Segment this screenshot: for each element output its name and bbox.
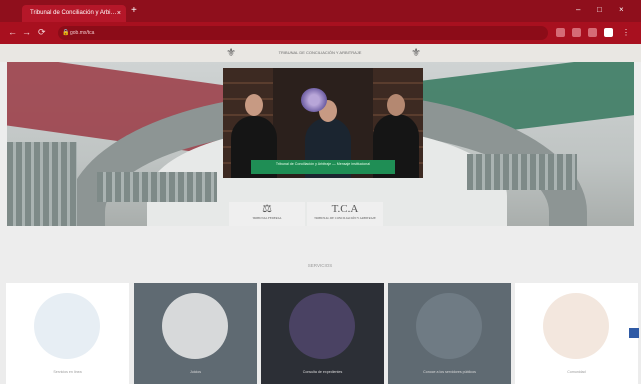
- building-windows-left: [7, 142, 77, 226]
- card-community[interactable]: Comunidad: [515, 283, 638, 384]
- community-circle-icon: [543, 293, 609, 359]
- scroll-top-button[interactable]: [629, 328, 639, 338]
- card-label: Juicios: [190, 370, 201, 374]
- card-label: Conoce a los servidores públicos: [423, 370, 476, 374]
- building-windows-center: [97, 172, 217, 202]
- bookmark-icon[interactable]: [572, 28, 581, 37]
- computer-user-icon: [34, 293, 100, 359]
- card-case-files[interactable]: Consulta de expedientes: [261, 283, 384, 384]
- tab-close-icon[interactable]: ×: [117, 5, 121, 22]
- team-people-icon: [416, 293, 482, 359]
- tab-title: Tribunal de Conciliación y Arbi…: [30, 10, 117, 16]
- reload-icon[interactable]: ⟳: [38, 28, 46, 37]
- menu-icon[interactable]: ⋮: [622, 28, 631, 37]
- logo-right-mark: T.C.A: [331, 203, 359, 215]
- video-caption: Tribunal de Conciliación y Arbitraje — M…: [251, 160, 395, 174]
- new-tab-icon[interactable]: +: [131, 6, 137, 16]
- logo-left-text: TRIBUNAL FEDERAL: [252, 216, 282, 220]
- browser-tab-bar: Tribunal de Conciliación y Arbi… × + – □…: [0, 0, 641, 22]
- header-title: TRIBUNAL DE CONCILIACIÓN Y ARBITRAJE: [278, 50, 362, 55]
- window-close-icon[interactable]: ×: [619, 6, 624, 14]
- logo-right: T.C.A TRIBUNAL DE CONCILIACIÓN Y ARBITRA…: [307, 202, 383, 226]
- lock-icon: 🔒: [62, 30, 70, 36]
- extension-icon[interactable]: [556, 28, 565, 37]
- building-windows-right: [467, 154, 577, 190]
- forward-icon[interactable]: →: [22, 28, 31, 37]
- flowers: [301, 88, 327, 112]
- card-trials[interactable]: Juicios: [134, 283, 257, 384]
- logo-left-mark: ⚖: [262, 203, 272, 215]
- card-public-servants[interactable]: Conoce a los servidores públicos: [388, 283, 511, 384]
- address-text: gob.mx/tca: [70, 30, 95, 36]
- door-light-icon: [289, 293, 355, 359]
- card-online-services[interactable]: Servicios en línea: [6, 283, 129, 384]
- browser-tab[interactable]: Tribunal de Conciliación y Arbi… ×: [22, 5, 126, 22]
- left-seal-icon: ⚜: [226, 47, 236, 59]
- right-seal-icon: ⚜: [411, 47, 421, 59]
- video-player[interactable]: Tribunal de Conciliación y Arbitraje — M…: [223, 68, 423, 178]
- section-title: SERVICIOS: [307, 263, 333, 268]
- profile-icon[interactable]: [588, 28, 597, 37]
- back-icon[interactable]: ←: [8, 28, 17, 37]
- gavel-document-icon: [162, 293, 228, 359]
- site-header: ⚜ TRIBUNAL DE CONCILIACIÓN Y ARBITRAJE ⚜: [0, 44, 641, 62]
- logo-right-text: TRIBUNAL DE CONCILIACIÓN Y ARBITRAJE: [314, 216, 376, 220]
- sidebar-icon[interactable]: [604, 28, 613, 37]
- minimize-icon[interactable]: –: [576, 6, 580, 14]
- speaker-left-head: [245, 94, 263, 116]
- speaker-right-head: [387, 94, 405, 116]
- page: ⚜ TRIBUNAL DE CONCILIACIÓN Y ARBITRAJE ⚜…: [0, 44, 641, 384]
- card-label: Comunidad: [567, 370, 586, 374]
- address-bar[interactable]: 🔒 gob.mx/tca: [58, 26, 548, 40]
- browser-toolbar: ← → ⟳ 🔒 gob.mx/tca ⋮: [0, 22, 641, 44]
- card-label: Consulta de expedientes: [302, 370, 343, 374]
- maximize-icon[interactable]: □: [597, 6, 602, 14]
- card-label: Servicios en línea: [53, 370, 82, 374]
- logo-left: ⚖ TRIBUNAL FEDERAL: [229, 202, 305, 226]
